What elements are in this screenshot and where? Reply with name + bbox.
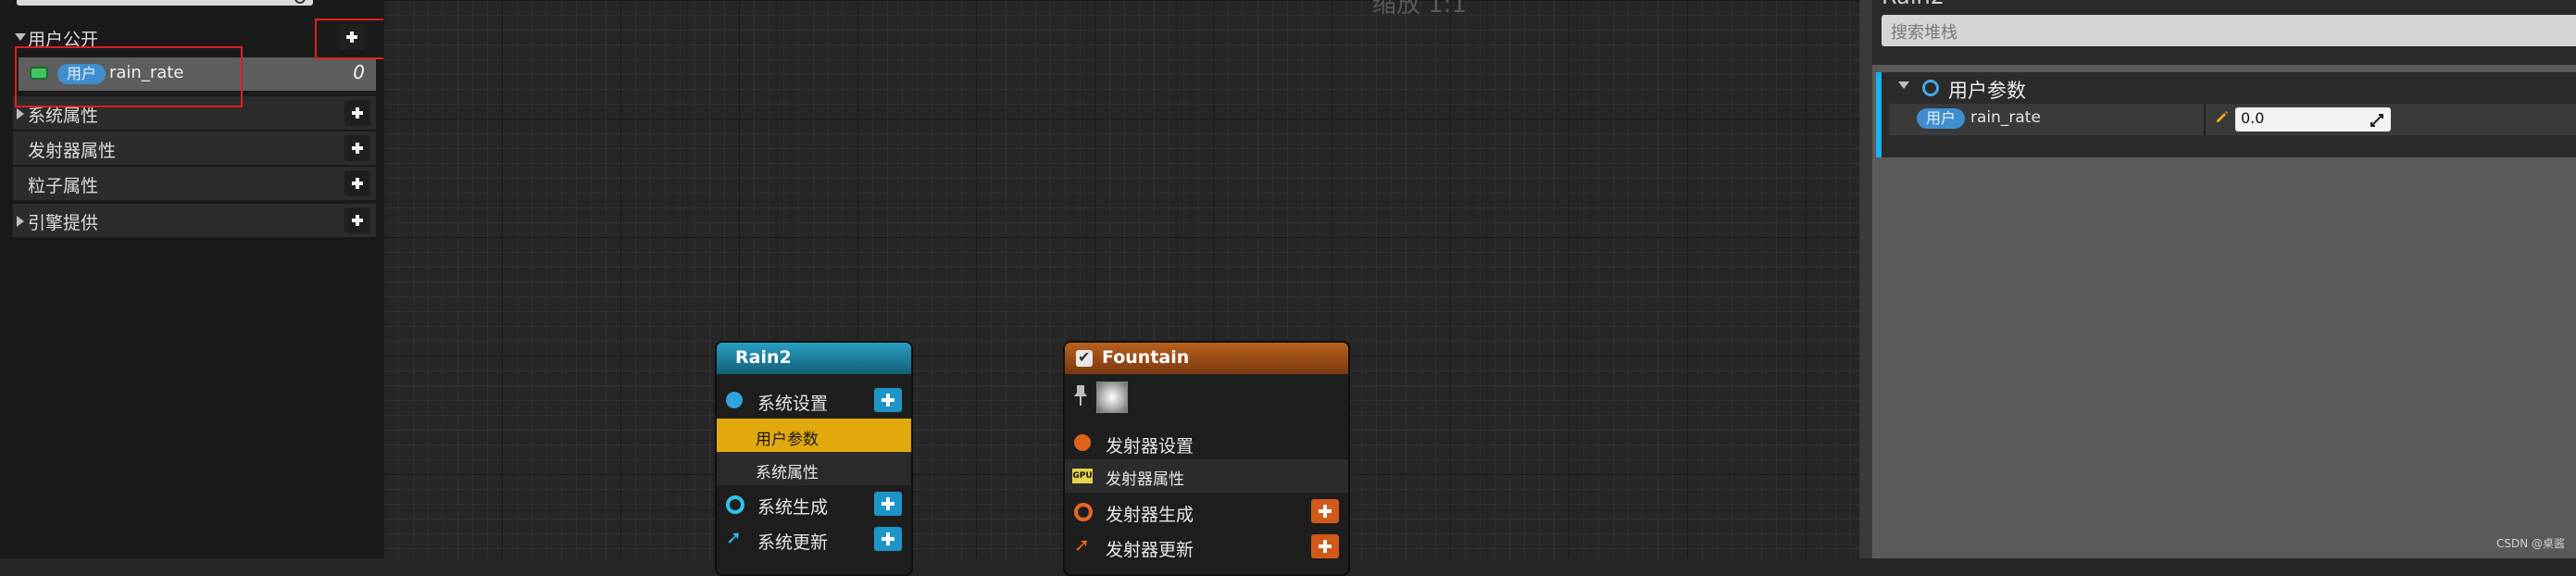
expand-arrow-icon[interactable] xyxy=(17,108,24,119)
add-emitter-spawn-button[interactable] xyxy=(1311,499,1339,523)
gpu-icon: GPU xyxy=(1072,469,1093,483)
system-settings-icon xyxy=(1922,80,1939,96)
expand-arrow-icon[interactable] xyxy=(15,33,26,41)
watermark: CSDN @桌酱 xyxy=(2496,537,2566,550)
row-label: 发射器生成 xyxy=(1106,505,1194,525)
row-label: 系统更新 xyxy=(757,532,829,553)
add-particle-attribute-button[interactable] xyxy=(344,170,370,196)
emitter-update-arrow-icon: ➚ xyxy=(1074,533,1090,556)
node-row-user-params[interactable]: 用户参数 xyxy=(717,419,911,452)
parameters-search-input[interactable] xyxy=(17,0,313,6)
add-system-settings-button[interactable] xyxy=(874,388,902,412)
system-spawn-icon xyxy=(726,495,744,514)
add-engine-param-button[interactable] xyxy=(344,207,370,233)
add-emitter-attribute-button[interactable] xyxy=(344,135,370,161)
category-label: 发射器属性 xyxy=(28,141,117,161)
panel-splitter[interactable] xyxy=(1859,0,1872,558)
pin-icon[interactable] xyxy=(1074,385,1087,406)
row-label: 发射器属性 xyxy=(1106,470,1184,489)
system-node-rain2[interactable]: Rain2 系统设置 用户参数 系统属性 系统生成 ➚ 系统更新 xyxy=(715,341,913,576)
node-row-emitter-attributes[interactable]: GPU 发射器属性 xyxy=(1065,459,1348,493)
param-value[interactable]: 0 xyxy=(353,61,365,83)
user-badge: 用户 xyxy=(1917,108,1966,129)
add-system-spawn-button[interactable] xyxy=(874,492,902,516)
node-row-emitter-spawn[interactable]: 发射器生成 xyxy=(1065,495,1348,528)
node-row-system-spawn[interactable]: 系统生成 xyxy=(717,487,911,520)
node-header[interactable]: Rain2 xyxy=(717,343,911,374)
node-row-system-settings[interactable]: 系统设置 xyxy=(717,383,911,417)
param-name: rain_rate xyxy=(1970,108,2041,127)
emitter-spawn-icon xyxy=(1074,503,1093,521)
category-particle-attributes[interactable]: 粒子属性 xyxy=(13,167,376,200)
node-header[interactable]: ✔ Fountain xyxy=(1065,343,1348,374)
row-label: 发射器更新 xyxy=(1106,540,1194,560)
annotation-highlight-param xyxy=(15,46,243,107)
emitter-thumbnail[interactable] xyxy=(1096,382,1128,413)
category-label: 粒子属性 xyxy=(28,176,99,196)
resize-arrows-icon[interactable] xyxy=(2370,113,2383,127)
emitter-node-fountain[interactable]: ✔ Fountain 发射器设置 GPU 发射器属性 发射器生成 ➚ 发射器更新 xyxy=(1063,341,1350,576)
system-settings-icon xyxy=(726,392,743,408)
stack-search-placeholder: 搜索堆栈 xyxy=(1891,23,1957,43)
row-label: 用户参数 xyxy=(756,431,819,449)
section-accent-bar xyxy=(1876,72,1882,157)
category-engine-provided[interactable]: 引擎提供 xyxy=(13,204,376,237)
row-label: 系统属性 xyxy=(756,464,819,482)
param-value-text: 0.0 xyxy=(2241,109,2265,127)
collapse-arrow-icon[interactable] xyxy=(1898,81,1909,89)
expand-arrow-icon[interactable] xyxy=(17,216,24,227)
row-label: 发射器设置 xyxy=(1106,436,1194,457)
zoom-label: 缩放 1:1 xyxy=(1372,0,1468,19)
add-system-attribute-button[interactable] xyxy=(344,100,370,126)
section-title: 用户参数 xyxy=(1948,80,2026,102)
emitter-settings-icon xyxy=(1074,434,1091,451)
add-system-update-button[interactable] xyxy=(874,527,902,551)
checkmark-icon: ✔ xyxy=(1078,348,1091,366)
stack-search-input[interactable] xyxy=(1882,15,2576,46)
selection-title: Rain2 xyxy=(1882,0,1945,9)
node-row-emitter-settings[interactable]: 发射器设置 xyxy=(1065,426,1348,459)
column-divider[interactable] xyxy=(2204,104,2206,135)
node-title: Fountain xyxy=(1102,347,1190,368)
add-emitter-update-button[interactable] xyxy=(1311,534,1339,558)
pencil-icon[interactable] xyxy=(2215,109,2230,124)
row-label: 系统生成 xyxy=(757,497,829,518)
category-emitter-attributes[interactable]: 发射器属性 xyxy=(13,131,376,165)
node-row-system-attributes[interactable]: 系统属性 xyxy=(717,452,911,485)
system-update-arrow-icon: ➚ xyxy=(726,526,742,548)
node-row-system-update[interactable]: ➚ 系统更新 xyxy=(717,522,911,556)
node-title: Rain2 xyxy=(735,347,792,368)
row-label: 系统设置 xyxy=(757,394,829,414)
category-label: 引擎提供 xyxy=(28,213,99,233)
